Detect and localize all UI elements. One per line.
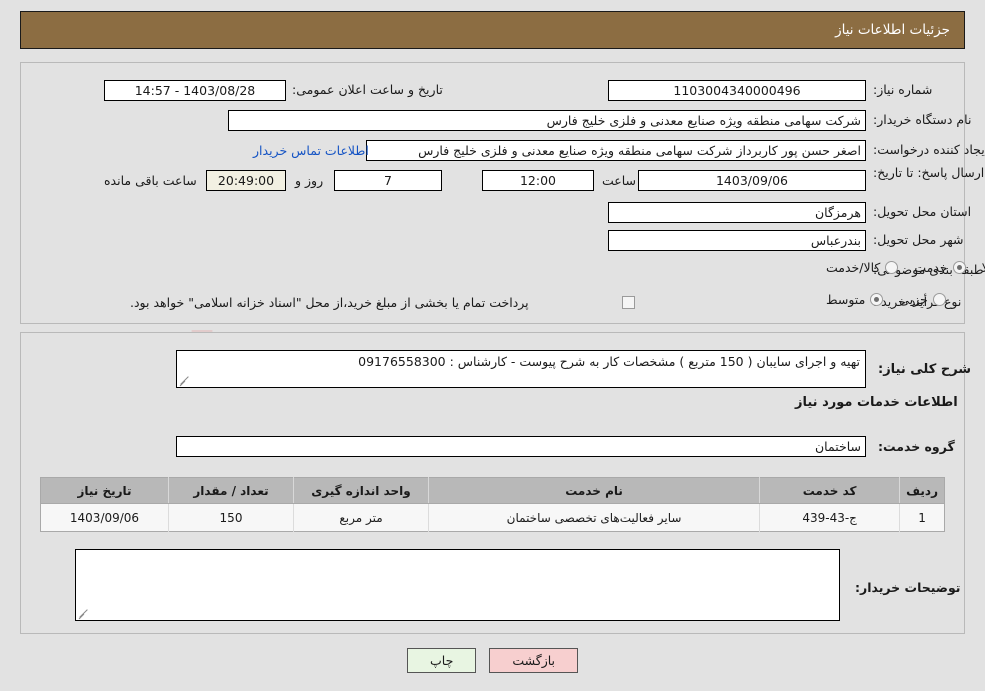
purchase-type-radio-group: جزیی متوسط [810, 292, 946, 307]
col-name: نام خدمت [427, 477, 760, 504]
announce-datetime-label: تاریخ و ساعت اعلان عمومی: [292, 82, 443, 97]
col-date: تاریخ نیاز [40, 477, 169, 504]
radio-category-khedmat[interactable] [952, 261, 966, 274]
footer-button-bar: بازگشت چاپ [0, 648, 985, 673]
back-button[interactable]: بازگشت [489, 648, 579, 673]
buyer-org-label-wrap: نام دستگاه خریدار: [873, 112, 971, 127]
page-header: جزئیات اطلاعات نیاز [20, 11, 965, 49]
requester-value: اصغر حسن پور کاربرداز شرکت سهامی منطقه و… [366, 140, 866, 161]
deadline-label: مهلت ارسال پاسخ: تا تاریخ: [873, 165, 985, 180]
description-value: تهیه و اجرای سایبان ( 150 متربع ) مشخصات… [358, 354, 860, 369]
col-unit: واحد اندازه گیری [293, 477, 429, 504]
province-label-wrap: استان محل تحویل: [873, 204, 971, 219]
buyer-contact-link[interactable]: اطلاعات تماس خریدار [253, 143, 369, 158]
buyer-comments-resize-handle[interactable] [78, 607, 90, 619]
treasury-note: پرداخت تمام یا بخشی از مبلغ خرید،از محل … [130, 295, 529, 310]
radio-category-khedmat-label: خدمت [914, 260, 948, 275]
treasury-checkbox[interactable] [622, 296, 635, 309]
cell-quantity: 150 [168, 503, 294, 532]
cell-radif: 1 [899, 503, 945, 532]
description-resize-handle[interactable] [179, 374, 191, 386]
cell-name: سایر فعالیت‌های تخصصی ساختمان [427, 503, 760, 532]
col-radif: ردیف [899, 477, 945, 504]
province-value: هرمزگان [608, 202, 866, 223]
radio-category-kala-khedmat-label: کالا/خدمت [826, 260, 881, 275]
radio-purchase-motevaset[interactable] [870, 293, 884, 306]
remaining-time-value: 20:49:00 [206, 170, 286, 191]
radio-purchase-motevaset-label: متوسط [826, 292, 866, 307]
requester-label: ایجاد کننده درخواست: [873, 142, 985, 157]
remaining-days-value: 7 [334, 170, 442, 191]
deadline-label-wrap: مهلت ارسال پاسخ: تا تاریخ: [873, 164, 985, 181]
services-table: ردیف کد خدمت نام خدمت واحد اندازه گیری ت… [40, 477, 945, 532]
city-label-wrap: شهر محل تحویل: [873, 232, 963, 247]
radio-purchase-jozei-label: جزیی [899, 292, 928, 307]
col-quantity: تعداد / مقدار [168, 477, 294, 504]
remaining-time-suffix: ساعت باقی مانده [104, 173, 197, 188]
table-row: 1 ج-43-439 سایر فعالیت‌های تخصصی ساختمان… [40, 503, 945, 532]
cell-code: ج-43-439 [759, 503, 900, 532]
service-group-label: گروه خدمت: [878, 439, 955, 454]
announce-datetime-label-wrap: تاریخ و ساعت اعلان عمومی: [292, 82, 443, 97]
cell-date: 1403/09/06 [40, 503, 169, 532]
remaining-days-suffix: روز و [295, 173, 324, 188]
table-header-row: ردیف کد خدمت نام خدمت واحد اندازه گیری ت… [40, 477, 945, 504]
requester-label-wrap: ایجاد کننده درخواست: [873, 142, 985, 157]
services-section-title: اطلاعات خدمات مورد نیاز [795, 395, 958, 410]
service-group-value: ساختمان [176, 436, 866, 457]
print-button[interactable]: چاپ [407, 648, 477, 673]
description-label: شرح کلی نیاز: [878, 362, 972, 377]
deadline-hour-label: ساعت [602, 173, 637, 188]
deadline-hour-value: 12:00 [482, 170, 594, 191]
need-number-label: شماره نیاز: [873, 82, 933, 97]
deadline-date-value: 1403/09/06 [638, 170, 866, 191]
cell-unit: متر مربع [293, 503, 429, 532]
province-label: استان محل تحویل: [873, 204, 972, 219]
buyer-comments-label: توضیحات خریدار: [855, 580, 961, 595]
city-value: بندرعباس [608, 230, 866, 251]
need-info-panel [20, 62, 965, 324]
announce-datetime-value: 1403/08/28 - 14:57 [104, 80, 286, 101]
buyer-org-value: شرکت سهامی منطقه ویژه صنایع معدنی و فلزی… [228, 110, 866, 131]
description-textarea[interactable]: تهیه و اجرای سایبان ( 150 متربع ) مشخصات… [176, 350, 866, 388]
radio-purchase-jozei[interactable] [932, 293, 946, 306]
col-code: کد خدمت [759, 477, 900, 504]
page-title: جزئیات اطلاعات نیاز [835, 22, 950, 38]
radio-category-kala-label: کالا [981, 260, 985, 275]
buyer-org-label: نام دستگاه خریدار: [873, 112, 972, 127]
city-label: شهر محل تحویل: [873, 232, 964, 247]
field-need-number-label-wrap: شماره نیاز: [873, 82, 932, 97]
radio-category-kala-khedmat[interactable] [885, 261, 899, 274]
need-number-value: 1103004340000496 [608, 80, 866, 101]
category-radio-group: کالا خدمت کالا/خدمت [810, 260, 985, 275]
buyer-comments-textarea[interactable] [75, 549, 840, 621]
